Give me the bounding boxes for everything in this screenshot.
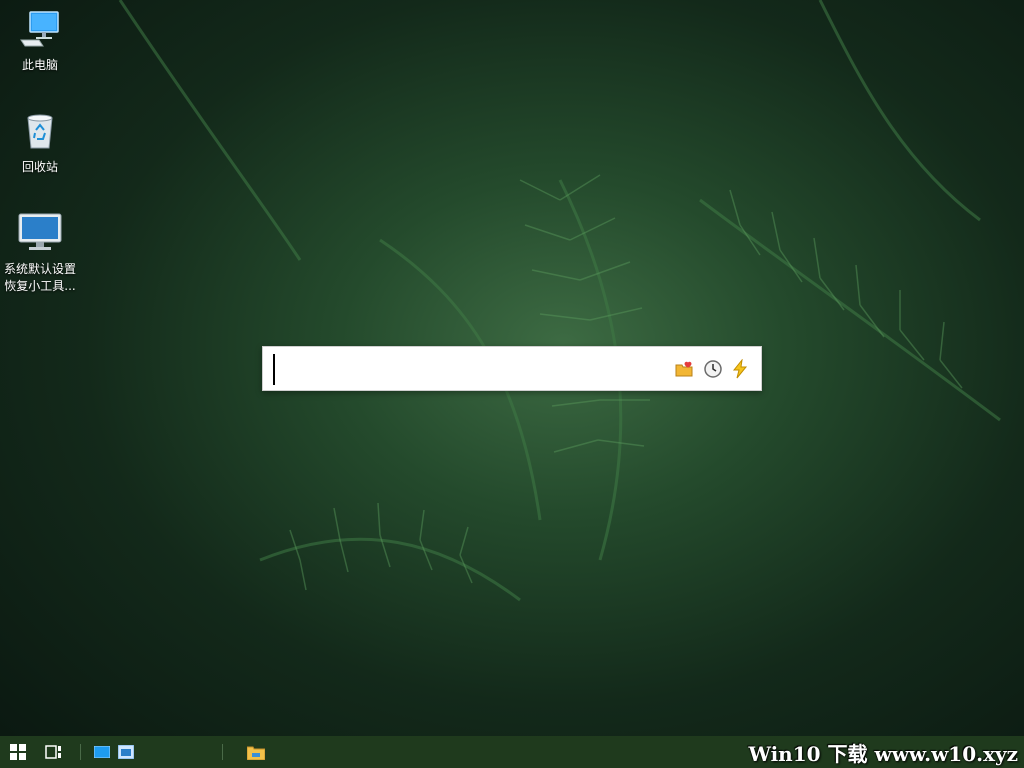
computer-icon [0, 10, 80, 53]
folder-heart-icon[interactable] [675, 359, 695, 379]
text-caret [273, 354, 275, 385]
taskbar-separator [80, 744, 81, 760]
quicklaunch-window-button[interactable] [116, 736, 136, 768]
task-view-icon [45, 745, 61, 759]
desktop-icon-recycle-bin[interactable]: 回收站 [0, 110, 80, 176]
desktop-icon-label: 此电脑 [21, 58, 58, 72]
desktop-icon-this-pc[interactable]: 此电脑 [0, 10, 80, 74]
desktop-icon-label: 回收站 [21, 160, 58, 174]
show-desktop-icon [94, 746, 110, 758]
clock-icon[interactable] [703, 359, 723, 379]
file-explorer-button[interactable] [242, 736, 270, 768]
windows-logo-icon [10, 744, 26, 760]
lightning-icon[interactable] [730, 358, 750, 379]
launcher-input[interactable] [277, 353, 661, 386]
monitor-icon [0, 212, 80, 257]
taskbar: Win10 下载 www.w10.xyz [0, 736, 1024, 768]
folder-icon [247, 746, 265, 760]
desktop-icon-label-line1: 系统默认设置 [3, 262, 76, 276]
quick-launcher-bar[interactable] [262, 346, 762, 391]
desktop-icon-label-line2: 恢复小工具... [4, 279, 76, 293]
task-view-button[interactable] [38, 736, 70, 768]
window-switch-icon [118, 745, 134, 759]
site-watermark: Win10 下载 www.w10.xyz [748, 741, 1018, 766]
quicklaunch-desktop-button[interactable] [92, 736, 112, 768]
desktop-icon-restore-tool[interactable]: 系统默认设置 恢复小工具... [0, 212, 80, 295]
start-button[interactable] [0, 736, 36, 768]
recycle-bin-icon [0, 110, 80, 155]
taskbar-separator [222, 744, 223, 760]
